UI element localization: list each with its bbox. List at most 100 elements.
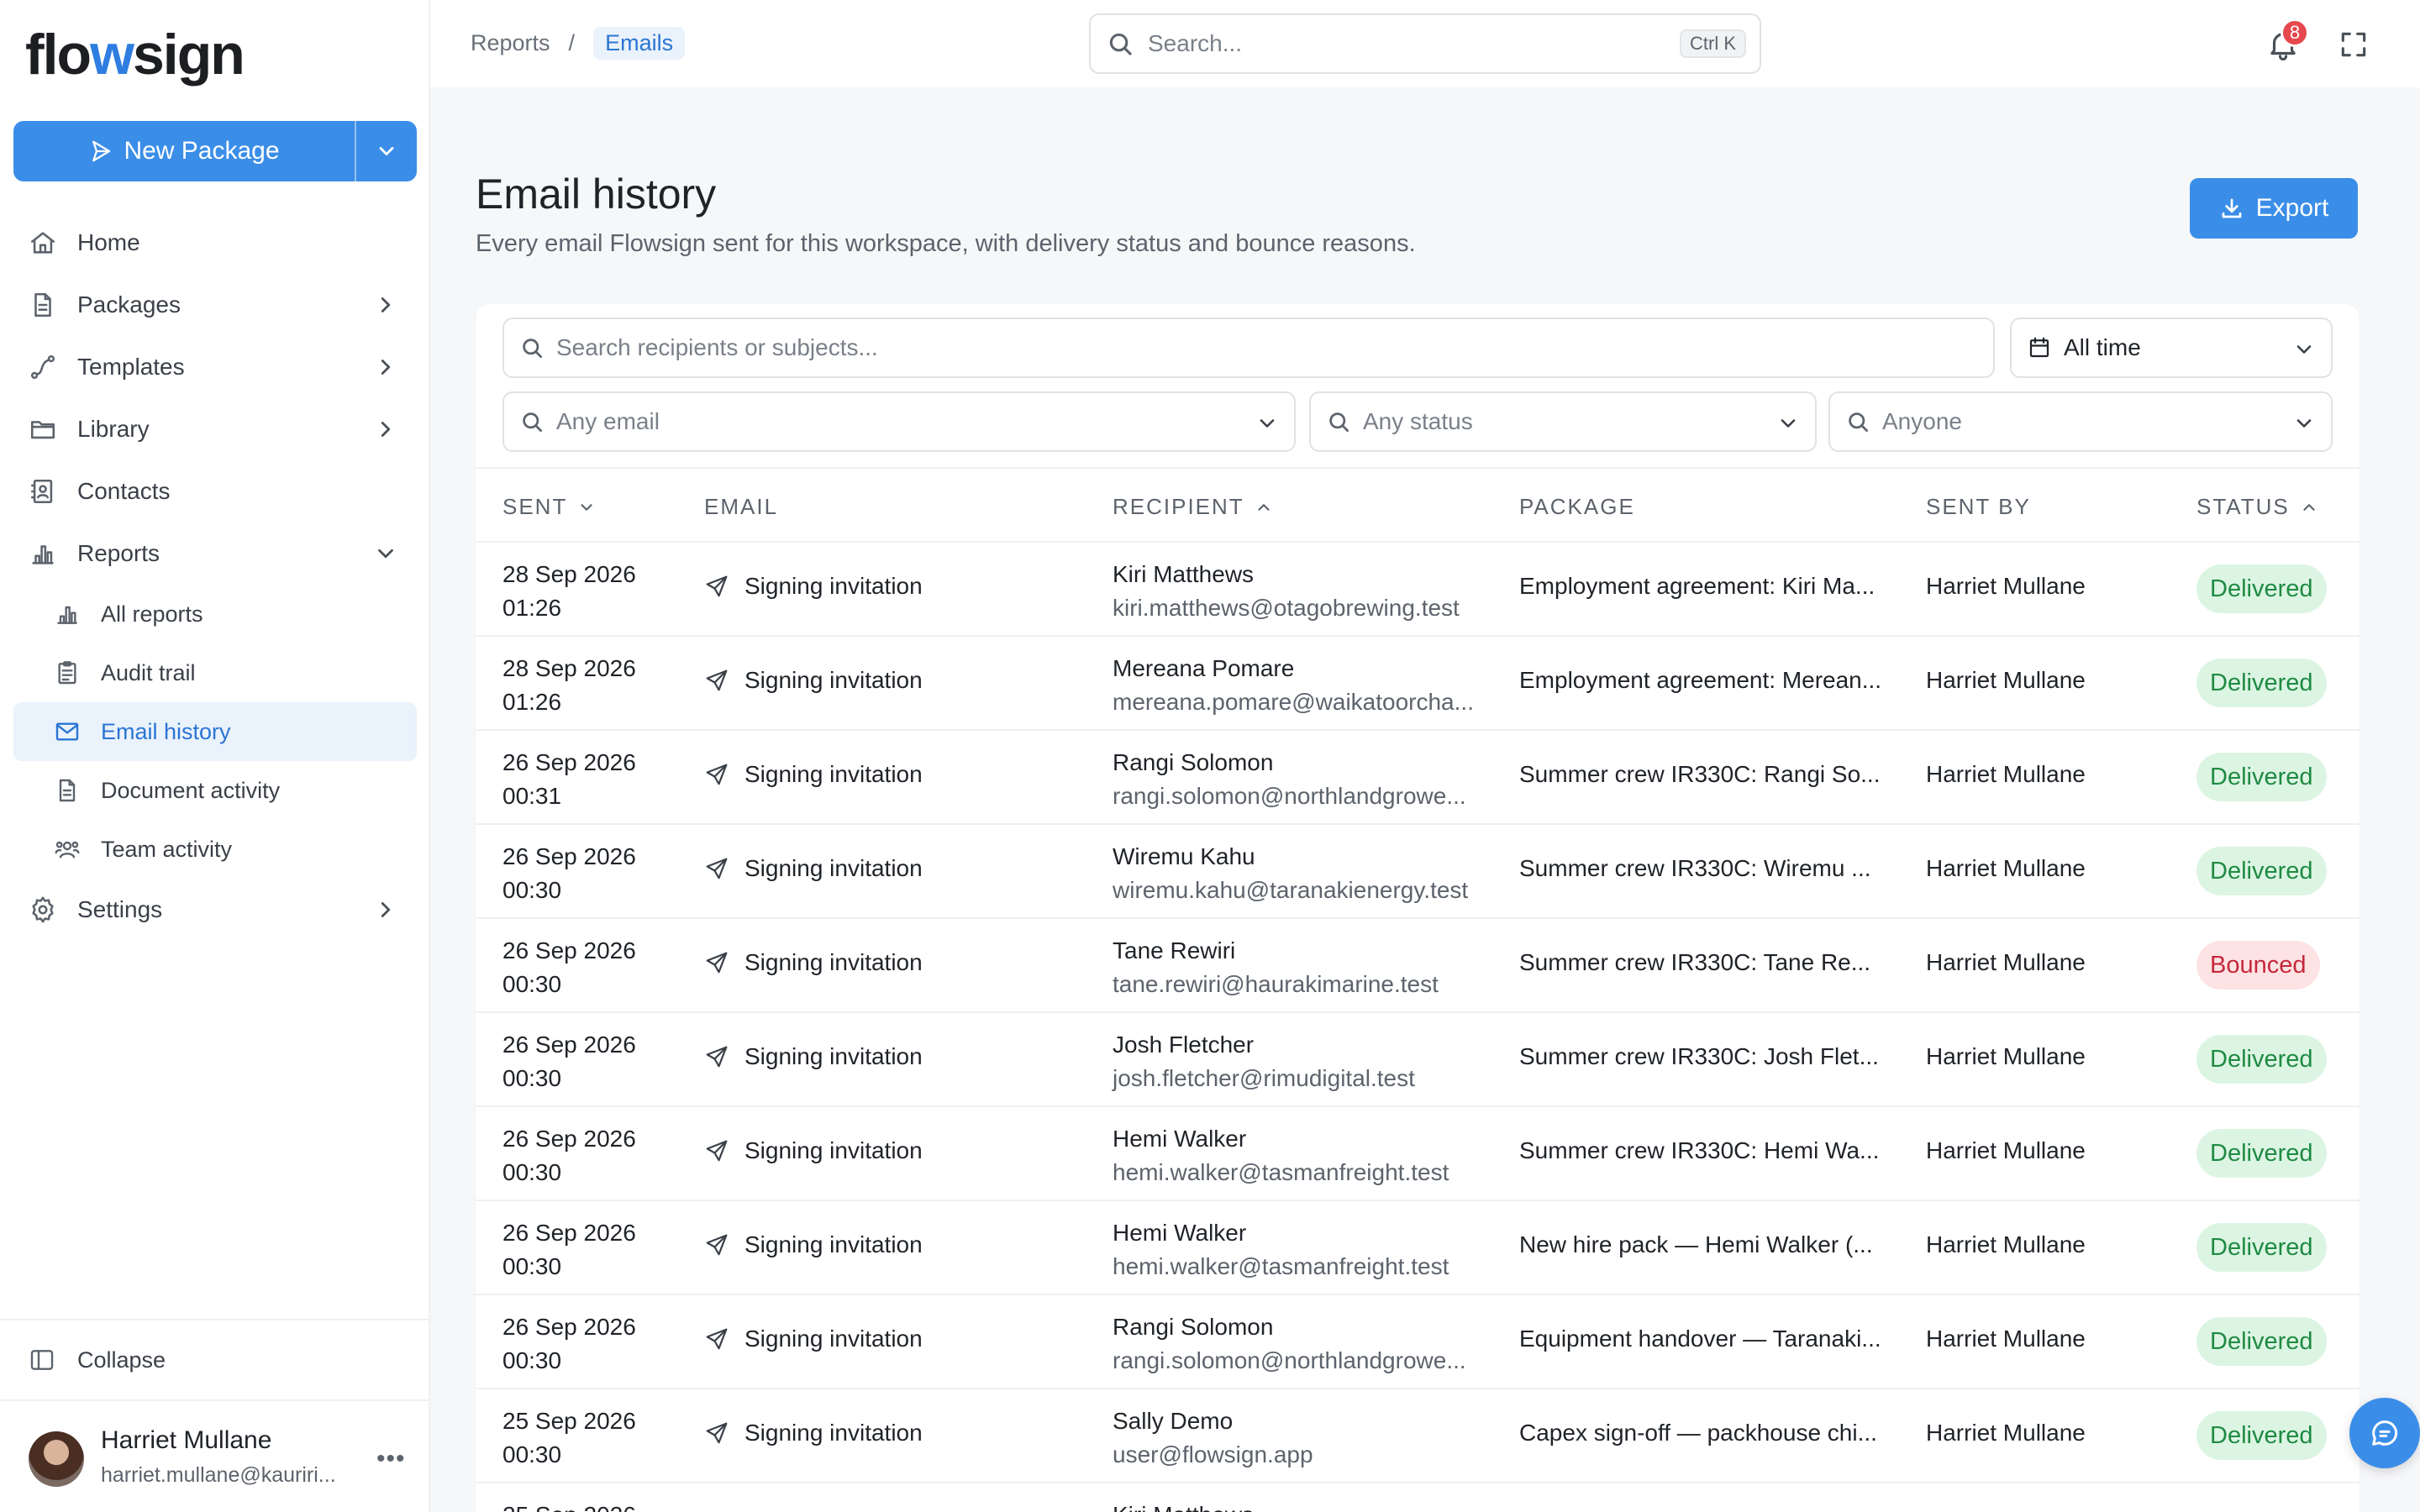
sidebar-subitem-label: Document activity (101, 777, 281, 803)
document-icon (59, 779, 76, 802)
recipient: Rangi Solomon rangi.solomon@northlandgrow… (1113, 1310, 1466, 1378)
home-icon (30, 232, 55, 254)
send-icon (706, 575, 728, 597)
status-badge: Delivered (2196, 1223, 2327, 1272)
sidebar-item-settings[interactable]: Settings (13, 879, 417, 941)
email-type-filter[interactable]: Any email (502, 391, 1296, 452)
package-name[interactable]: Summer crew IR330C: Rangi So... (1519, 761, 1881, 788)
sidebar-item-label: Reports (77, 540, 160, 566)
email-type: Signing invitation (704, 855, 923, 882)
breadcrumb-reports[interactable]: Reports (471, 30, 550, 56)
table-row[interactable]: 26 Sep 2026 00:30 Signing invitation Tane R… (476, 919, 2360, 1013)
column-header-email[interactable]: EMAIL (704, 494, 778, 520)
sent-datetime: 26 Sep 2026 00:30 (502, 934, 636, 1001)
table-row[interactable]: 26 Sep 2026 00:30 Signing invitation Wiremu… (476, 825, 2360, 919)
recipient-search-input[interactable]: Search recipients or subjects... (502, 318, 1995, 378)
sent-datetime: 26 Sep 2026 00:30 (502, 1310, 636, 1378)
status-filter-placeholder: Any status (1363, 408, 1473, 434)
sidebar-item-reports[interactable]: Reports (13, 522, 417, 585)
table-row[interactable]: 26 Sep 2026 00:31 Signing invitation Rangi … (476, 731, 2360, 825)
table-row[interactable]: 25 Sep 2026 00:30 Signing invitation Sally … (476, 1389, 2360, 1483)
recipient: Kiri Matthews (1113, 1499, 1254, 1512)
column-header-status[interactable]: STATUS (2196, 494, 2318, 520)
flowsign-logo[interactable]: flowsign (25, 22, 245, 87)
column-header-package[interactable]: PACKAGE (1519, 494, 1635, 520)
sender-filter[interactable]: Anyone (1828, 391, 2333, 452)
table-row[interactable]: 28 Sep 2026 01:26 Signing invitation Merean… (476, 637, 2360, 731)
sidebar-item-templates[interactable]: Templates (13, 336, 417, 398)
recipient: Josh Fletcher josh.fletcher@rimudigital.t… (1113, 1028, 1415, 1095)
send-icon (706, 669, 728, 691)
package-name[interactable]: Capex sign-off — packhouse chi... (1519, 1420, 1877, 1446)
package-name[interactable]: New hire pack — Hemi Walker (... (1519, 1231, 1873, 1258)
sidebar-item-home[interactable]: Home (13, 212, 417, 274)
table-row[interactable]: 26 Sep 2026 00:30 Signing invitation Hemi W… (476, 1107, 2360, 1201)
table-row[interactable]: 26 Sep 2026 00:30 Signing invitation Josh F… (476, 1013, 2360, 1107)
sidebar-subitem-all-reports[interactable]: All reports (13, 585, 417, 643)
sent-time: 00:30 (502, 1159, 562, 1185)
more-options-icon[interactable]: ••• (376, 1445, 406, 1473)
sidebar-item-packages[interactable]: Packages (13, 274, 417, 336)
collapse-sidebar-button[interactable]: Collapse (0, 1319, 429, 1399)
package-name[interactable]: Summer crew IR330C: Tane Re... (1519, 949, 1870, 976)
column-header-sent[interactable]: SENT (502, 494, 596, 520)
gear-icon (32, 896, 54, 923)
breadcrumb: Reports / Emails (471, 27, 686, 60)
recipient-email: josh.fletcher@rimudigital.test (1113, 1065, 1415, 1091)
global-search-input[interactable]: Search... Ctrl K (1089, 13, 1761, 74)
sidebar-subitem-email-history[interactable]: Email history (13, 702, 417, 761)
chat-support-button[interactable] (2349, 1398, 2420, 1468)
package-name[interactable]: Summer crew IR330C: Wiremu ... (1519, 855, 1871, 882)
package-name[interactable]: Summer crew IR330C: Hemi Wa... (1519, 1137, 1879, 1164)
sender-filter-placeholder: Anyone (1882, 408, 1962, 434)
status-badge: Delivered (2196, 1411, 2327, 1460)
sort-down-icon (581, 503, 592, 511)
package-name[interactable]: Summer crew IR330C: Josh Flet... (1519, 1043, 1879, 1070)
sent-datetime: 28 Sep 2026 01:26 (502, 558, 636, 625)
email-type: Signing invitation (704, 1137, 923, 1164)
time-range-select[interactable]: All time (2010, 318, 2333, 378)
recipient-email: hemi.walker@tasmanfreight.test (1113, 1253, 1449, 1279)
sidebar-subitem-document-activity[interactable]: Document activity (13, 761, 417, 820)
chevron-down-icon (1260, 419, 1275, 428)
file-icon (34, 292, 51, 318)
email-type-label: Signing invitation (744, 1231, 923, 1257)
table-row[interactable]: 25 Sep 2026 Kiri Matthews (476, 1483, 2360, 1512)
new-package-button[interactable]: New Package (13, 121, 355, 181)
email-type-label: Signing invitation (744, 855, 923, 881)
table-row[interactable]: 26 Sep 2026 00:30 Signing invitation Rangi … (476, 1295, 2360, 1389)
sidebar-panel-icon (30, 1350, 54, 1370)
status-filter[interactable]: Any status (1309, 391, 1817, 452)
recipient-name: Mereana Pomare (1113, 655, 1295, 681)
download-icon (2222, 198, 2242, 218)
column-header-sent-by[interactable]: SENT BY (1926, 494, 2031, 520)
sidebar-item-contacts[interactable]: Contacts (13, 460, 417, 522)
sidebar-item-label: Contacts (77, 478, 171, 504)
package-name[interactable]: Employment agreement: Kiri Ma... (1519, 573, 1875, 600)
sidebar-subitem-audit-trail[interactable]: Audit trail (13, 643, 417, 702)
sent-time: 01:26 (502, 595, 562, 621)
collapse-label: Collapse (77, 1347, 166, 1373)
sidebar-subitem-team-activity[interactable]: Team activity (13, 820, 417, 879)
fullscreen-icon[interactable] (2338, 29, 2370, 60)
new-package-label: New Package (124, 137, 280, 165)
user-menu[interactable]: Harriet Mullane harriet.mullane@kauriri.… (0, 1399, 429, 1512)
sent-datetime: 26 Sep 2026 00:30 (502, 1122, 636, 1189)
table-row[interactable]: 28 Sep 2026 01:26 Signing invitation Kiri M… (476, 543, 2360, 637)
package-name[interactable]: Equipment handover — Taranaki... (1519, 1326, 1881, 1352)
recipient-email: wiremu.kahu@taranakienergy.test (1113, 877, 1469, 903)
column-label: EMAIL (704, 494, 779, 519)
sent-datetime: 25 Sep 2026 00:30 (502, 1404, 636, 1472)
export-button[interactable]: Export (2190, 178, 2358, 239)
column-header-recipient[interactable]: RECIPIENT (1113, 494, 1273, 520)
sent-date: 26 Sep 2026 (502, 843, 636, 869)
chevron-down-icon (378, 549, 393, 559)
recipient: Hemi Walker hemi.walker@tasmanfreight.tes… (1113, 1216, 1449, 1284)
package-name[interactable]: Employment agreement: Merean... (1519, 667, 1881, 694)
new-package-dropdown-button[interactable] (356, 121, 417, 181)
breadcrumb-separator: / (568, 30, 576, 55)
email-type: Signing invitation (704, 1043, 923, 1070)
email-type-label: Signing invitation (744, 949, 923, 975)
table-row[interactable]: 26 Sep 2026 00:30 Signing invitation Hemi W… (476, 1201, 2360, 1295)
sidebar-item-library[interactable]: Library (13, 398, 417, 460)
